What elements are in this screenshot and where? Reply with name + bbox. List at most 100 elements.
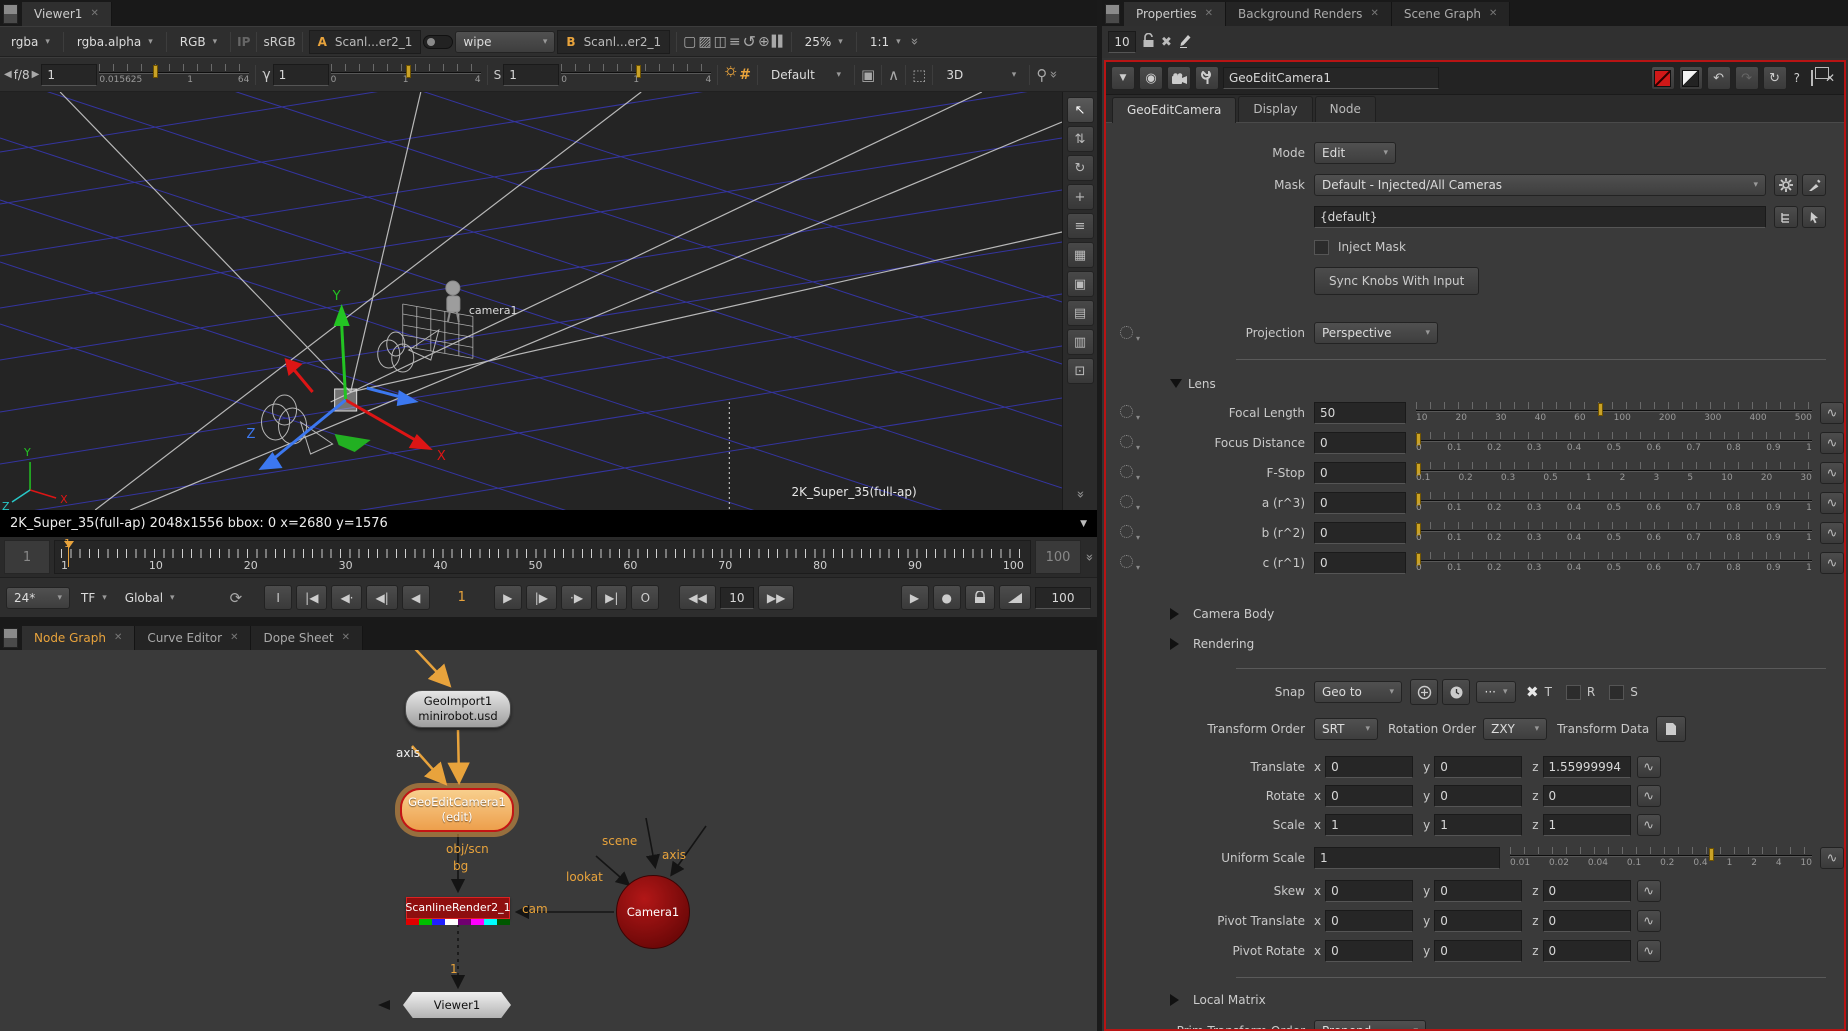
alpha-layer-select[interactable]: rgba.alpha (70, 31, 160, 53)
c-r1-input[interactable] (1314, 552, 1406, 574)
center-node-button[interactable]: ◉ (1139, 66, 1163, 90)
focus-distance-slider[interactable]: 00.10.20.30.40.50.60.70.80.91 (1416, 431, 1812, 455)
pause-icon[interactable]: ▌▌ (772, 35, 785, 48)
mask-expression-input[interactable] (1314, 206, 1766, 228)
rotation-order-select[interactable]: ZXY (1483, 718, 1547, 740)
rotate-tool-icon[interactable]: ↻ (1067, 155, 1094, 181)
max-panels-input[interactable] (1108, 31, 1136, 53)
animation-menu-icon[interactable] (1120, 465, 1133, 478)
c-r1-slider[interactable]: 00.10.20.30.40.50.60.70.80.91 (1416, 551, 1812, 575)
curve-editor-button[interactable] (1820, 462, 1844, 484)
gain-slider[interactable]: 0.015625164 (99, 63, 249, 87)
fps-select[interactable]: 24* (6, 587, 70, 609)
tab-node[interactable]: Node (1315, 96, 1376, 122)
curve-editor-button[interactable] (1637, 756, 1661, 778)
revert-button[interactable]: ↻ (1763, 66, 1787, 90)
undo-button[interactable]: ↶ (1707, 66, 1731, 90)
f-stop-slider[interactable]: 0.10.20.30.51235102030 (1416, 461, 1812, 485)
skew-x-input[interactable] (1325, 880, 1413, 902)
channel-select[interactable]: RGB (173, 31, 224, 53)
animation-menu-icon[interactable] (1120, 555, 1133, 568)
scanlines-icon[interactable]: ≡ (729, 34, 741, 50)
tab-geoeditcamera[interactable]: GeoEditCamera (1112, 97, 1236, 123)
rotate-x-input[interactable] (1325, 785, 1413, 807)
viewport-3d[interactable]: Y X Z Y X Z camera1 2K_Super_35(full-ap)… (0, 92, 1097, 510)
proxy-icon[interactable]: ▨ (698, 34, 711, 50)
tab-display[interactable]: Display (1238, 96, 1312, 122)
snap-keep-button[interactable] (1442, 679, 1470, 705)
close-icon[interactable]: ✕ (342, 632, 350, 643)
layer-select[interactable]: rgba (4, 31, 57, 53)
curve-editor-button[interactable] (1820, 847, 1844, 869)
refresh-icon[interactable]: ↺ (743, 32, 756, 51)
prev-frame-button[interactable]: ◀| (366, 585, 397, 610)
close-icon[interactable]: ✕ (1489, 8, 1497, 19)
animation-menu-icon[interactable] (1120, 495, 1133, 508)
scale-z-input[interactable] (1543, 814, 1631, 836)
translate-z-input[interactable] (1543, 756, 1631, 778)
mask-select[interactable]: Default - Injected/All Cameras (1314, 174, 1766, 196)
translate-tool-icon[interactable]: ⇅ (1067, 126, 1094, 152)
range-end-input[interactable]: 100 (1035, 540, 1081, 574)
collapse-triangle-icon[interactable] (1170, 994, 1185, 1006)
flipbook-play-button[interactable]: ▶ (901, 585, 929, 610)
node-geoeditcamera1[interactable]: GeoEditCamera1 (edit) (400, 788, 514, 832)
node-name-input[interactable] (1223, 67, 1439, 89)
gamma-slider[interactable]: 014 (331, 63, 481, 87)
pixel-aspect-select[interactable]: 1:1 (863, 31, 908, 53)
camera-view-icon[interactable]: ▣ (861, 66, 875, 84)
downres-button[interactable] (999, 585, 1031, 610)
frame-range-select[interactable]: Global (118, 587, 182, 609)
tab-curve-editor[interactable]: Curve Editor ✕ (135, 626, 251, 650)
translate-checkbox-checked[interactable]: ✖ (1526, 683, 1539, 701)
b-r2-input[interactable] (1314, 522, 1406, 544)
next-keyframe-button[interactable]: ·▶ (561, 585, 592, 610)
f-stop-input[interactable] (1314, 462, 1406, 484)
tab-node-graph[interactable]: Node Graph ✕ (22, 626, 135, 650)
curve-editor-button[interactable] (1637, 910, 1661, 932)
node-camera1[interactable]: Camera1 (616, 875, 690, 949)
select-cursor-icon[interactable]: ↖ (1067, 97, 1094, 123)
a-r3-slider[interactable]: 00.10.20.30.40.50.60.70.80.91 (1416, 491, 1812, 515)
curve-editor-button[interactable] (1637, 785, 1661, 807)
rotate-y-input[interactable] (1434, 785, 1522, 807)
scale-y-input[interactable] (1434, 814, 1522, 836)
step-forward-button[interactable]: ▶▶ (758, 585, 794, 610)
tf-select[interactable]: TF (74, 587, 114, 609)
a-r3-input[interactable] (1314, 492, 1406, 514)
focal-length-slider[interactable]: 1020304060100200300400500 (1416, 401, 1812, 425)
panel-grip-icon[interactable] (3, 4, 18, 24)
current-frame-display[interactable]: 1 (434, 590, 490, 605)
goto-end-button[interactable]: ▶| (596, 585, 627, 610)
rotate-z-input[interactable] (1543, 785, 1631, 807)
curve-editor-button[interactable] (1637, 814, 1661, 836)
focal-length-input[interactable] (1314, 402, 1406, 424)
close-icon[interactable]: ✕ (90, 8, 98, 19)
loop-mode-icon[interactable]: ⟳ (230, 589, 243, 607)
prev-aperture-button[interactable]: ◀ (4, 69, 12, 80)
tab-viewer1[interactable]: Viewer1 ✕ (22, 2, 112, 26)
node-geoimport1[interactable]: GeoImport1 minirobot.usd (405, 690, 511, 728)
uniform-scale-input[interactable] (1314, 847, 1500, 869)
collapse-triangle-icon[interactable] (1170, 608, 1185, 620)
curve-editor-button[interactable] (1820, 552, 1844, 574)
timeline-chevron-icon[interactable]: » (1082, 553, 1097, 561)
b-r2-slider[interactable]: 00.10.20.30.40.50.60.70.80.91 (1416, 521, 1812, 545)
overflow-chevron-icon[interactable]: » (906, 38, 921, 46)
pivot-translate-x-input[interactable] (1325, 910, 1413, 932)
rotate-checkbox[interactable] (1566, 685, 1581, 700)
marquee-icon[interactable]: ⬚ (912, 66, 926, 84)
grid-view-icon[interactable]: ▦ (1067, 242, 1094, 268)
node-scanlinerender2-1[interactable]: ScanlineRender2_1 (406, 897, 510, 919)
panel-grip-icon[interactable] (1105, 4, 1120, 24)
input-process-toggle[interactable]: IP (237, 35, 250, 49)
animation-menu-icon[interactable] (1120, 405, 1133, 418)
curve-overlay-icon[interactable]: ∧ (888, 66, 899, 84)
render-flipbook-button[interactable]: ● (933, 585, 961, 610)
animation-menu-icon[interactable] (1120, 525, 1133, 538)
panel-grip-icon[interactable] (3, 628, 18, 648)
range-start-input[interactable]: 1 (4, 540, 50, 574)
tab-background-renders[interactable]: Background Renders ✕ (1226, 2, 1392, 26)
goto-start-button[interactable]: |◀ (296, 585, 327, 610)
viewport-scene[interactable]: Y X Z Y X Z camera1 2K_Super_35(full-ap) (0, 92, 1062, 510)
